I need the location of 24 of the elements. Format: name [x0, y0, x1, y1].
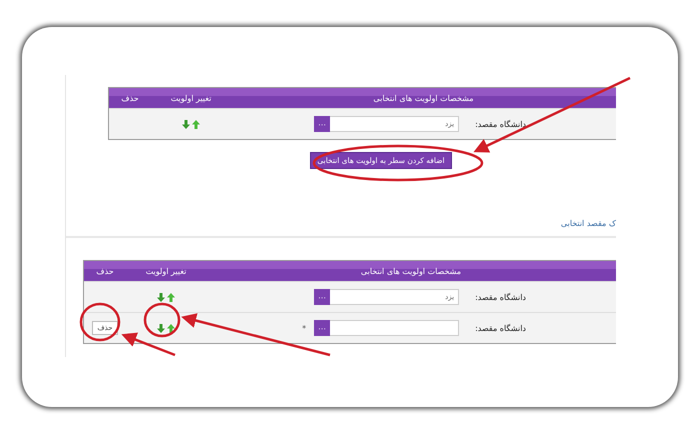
- arrow-up-icon[interactable]: [167, 324, 175, 332]
- section-title: ک مقصد انتخابی: [560, 219, 616, 228]
- arrow-down-icon[interactable]: [157, 292, 165, 302]
- field-label: دانشگاه مقصد:: [475, 324, 526, 332]
- arrow-down-icon[interactable]: [157, 324, 165, 332]
- column-header: تغییر اولویت: [144, 266, 188, 276]
- field-label: دانشگاه مقصد:: [475, 120, 526, 128]
- arrow-down-icon[interactable]: [182, 120, 190, 128]
- annotation-ellipse: [80, 302, 120, 342]
- input-field[interactable]: [328, 320, 460, 336]
- picker-button[interactable]: ···: [314, 289, 330, 305]
- column-header: حذف: [95, 266, 115, 276]
- column-header: تغییر اولویت: [170, 94, 212, 102]
- annotation-ellipse: [144, 302, 180, 338]
- column-header: مشخصات اولویت های انتخابی: [372, 94, 475, 102]
- field-label: دانشگاه مقصد:: [475, 292, 526, 302]
- picker-button[interactable]: ···: [314, 116, 330, 132]
- annotation-arrow: [121, 332, 176, 356]
- picker-button[interactable]: ···: [314, 320, 330, 336]
- column-header: حذف: [120, 94, 140, 102]
- column-header: مشخصات اولویت های انتخابی: [360, 266, 462, 276]
- arrow-up-icon[interactable]: [192, 120, 200, 128]
- required-mark: *: [302, 324, 306, 332]
- arrow-up-icon[interactable]: [167, 292, 175, 302]
